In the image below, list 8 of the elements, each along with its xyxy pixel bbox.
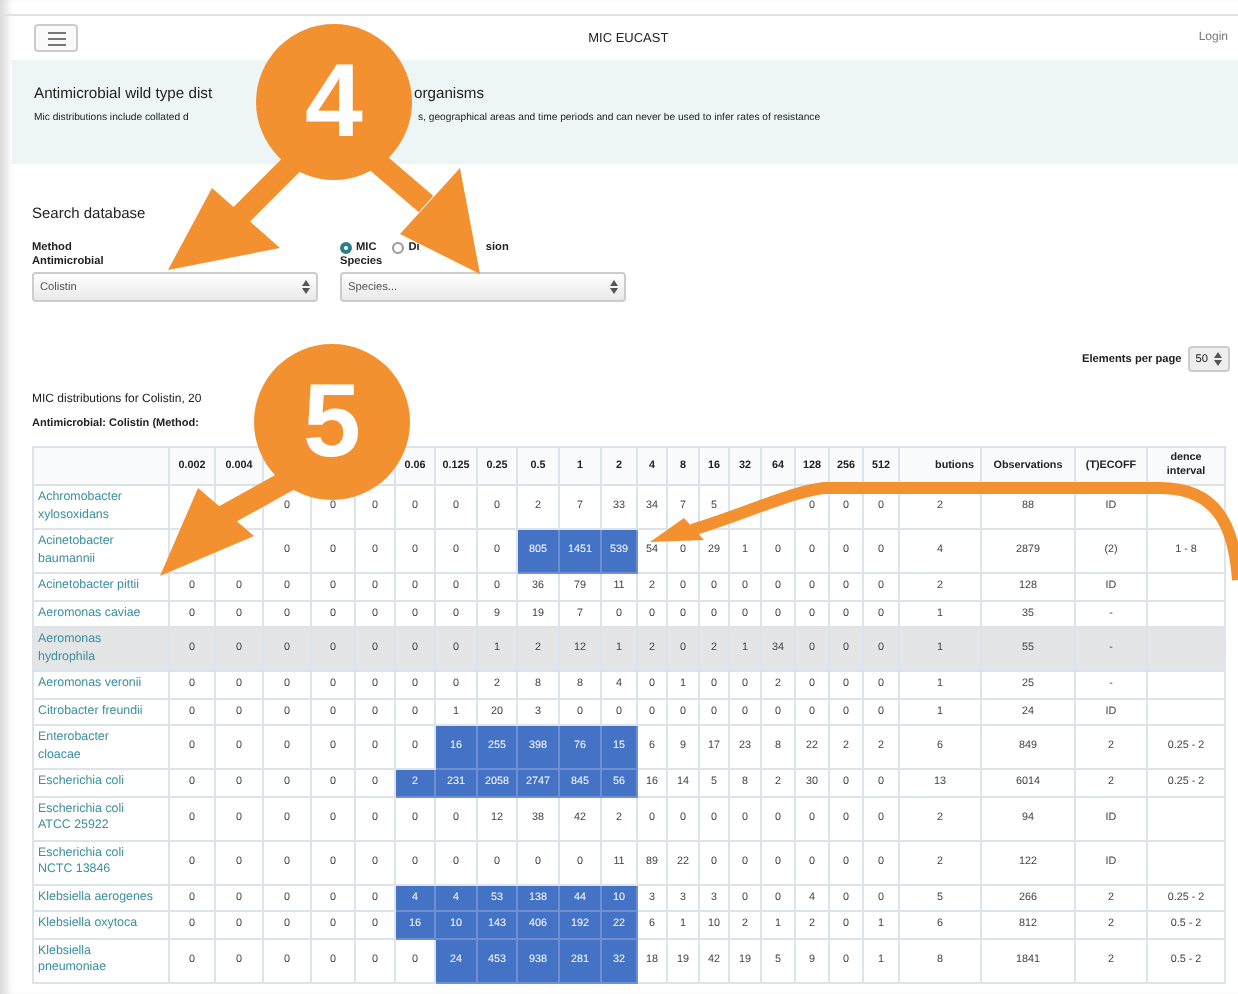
radio-button[interactable] xyxy=(340,242,352,254)
updown-caret-icon xyxy=(1214,352,1222,366)
updown-caret-icon xyxy=(302,280,310,294)
updown-caret-icon xyxy=(610,280,618,294)
radio-button[interactable] xyxy=(392,242,405,254)
callout-badge: 4 xyxy=(256,24,412,180)
menu-button[interactable] xyxy=(34,24,78,52)
menu-icon xyxy=(47,31,65,45)
